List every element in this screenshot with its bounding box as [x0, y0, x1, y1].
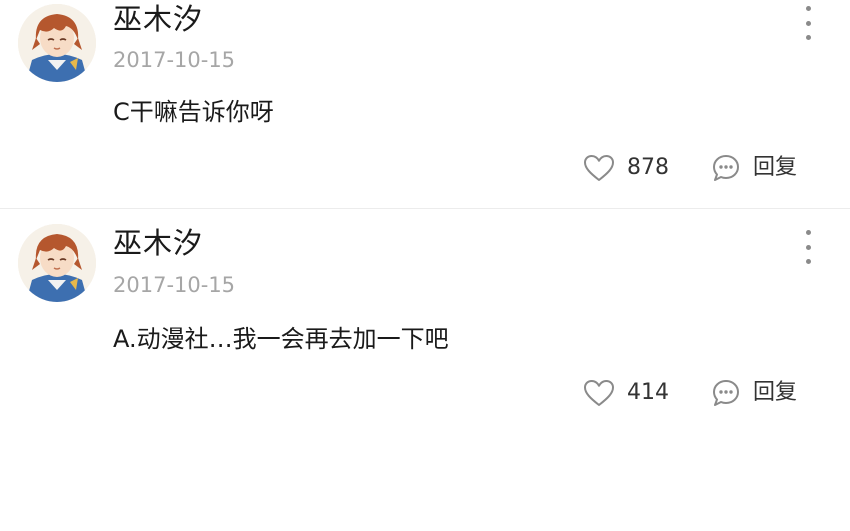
like-count: 878	[627, 155, 669, 180]
comment-text: A.动漫社…我一会再去加一下吧	[113, 325, 449, 353]
avatar[interactable]	[18, 4, 96, 82]
username[interactable]: 巫木汐	[113, 226, 203, 260]
username[interactable]: 巫木汐	[113, 2, 203, 36]
chat-bubble-icon	[711, 153, 741, 183]
dot	[805, 244, 811, 250]
comment-text: C干嘛告诉你呀	[113, 98, 274, 126]
comment-item: 巫木汐 2017-10-15 A.动漫社…我一会再去加一下吧 414 回复	[0, 209, 850, 409]
more-options-icon[interactable]	[800, 230, 816, 264]
heart-icon	[583, 379, 615, 407]
like-count: 414	[627, 380, 669, 405]
like-button[interactable]: 878	[583, 154, 711, 182]
reply-button[interactable]: 回复	[711, 378, 797, 408]
avatar-image	[18, 4, 96, 82]
dot	[805, 35, 811, 40]
reply-label: 回复	[753, 155, 798, 180]
avatar-image	[18, 224, 96, 302]
reply-label: 回复	[753, 380, 798, 405]
comment-actions: 414 回复	[583, 376, 797, 410]
comment-item: 巫木汐 2017-10-15 C干嘛告诉你呀 878 回复	[0, 0, 850, 209]
dot	[805, 6, 811, 11]
chat-bubble-icon	[711, 378, 741, 408]
comment-date: 2017-10-15	[113, 48, 236, 72]
heart-icon	[583, 154, 615, 182]
comment-actions: 878 回复	[583, 151, 797, 185]
comment-list: 巫木汐 2017-10-15 C干嘛告诉你呀 878 回复 巫木汐 2017-1…	[0, 0, 850, 531]
dot	[805, 230, 811, 235]
reply-button[interactable]: 回复	[711, 153, 797, 183]
dot	[805, 20, 811, 26]
comment-date: 2017-10-15	[113, 273, 236, 297]
like-button[interactable]: 414	[583, 379, 711, 407]
more-options-icon[interactable]	[800, 6, 816, 40]
avatar[interactable]	[18, 224, 96, 302]
dot	[805, 259, 811, 264]
